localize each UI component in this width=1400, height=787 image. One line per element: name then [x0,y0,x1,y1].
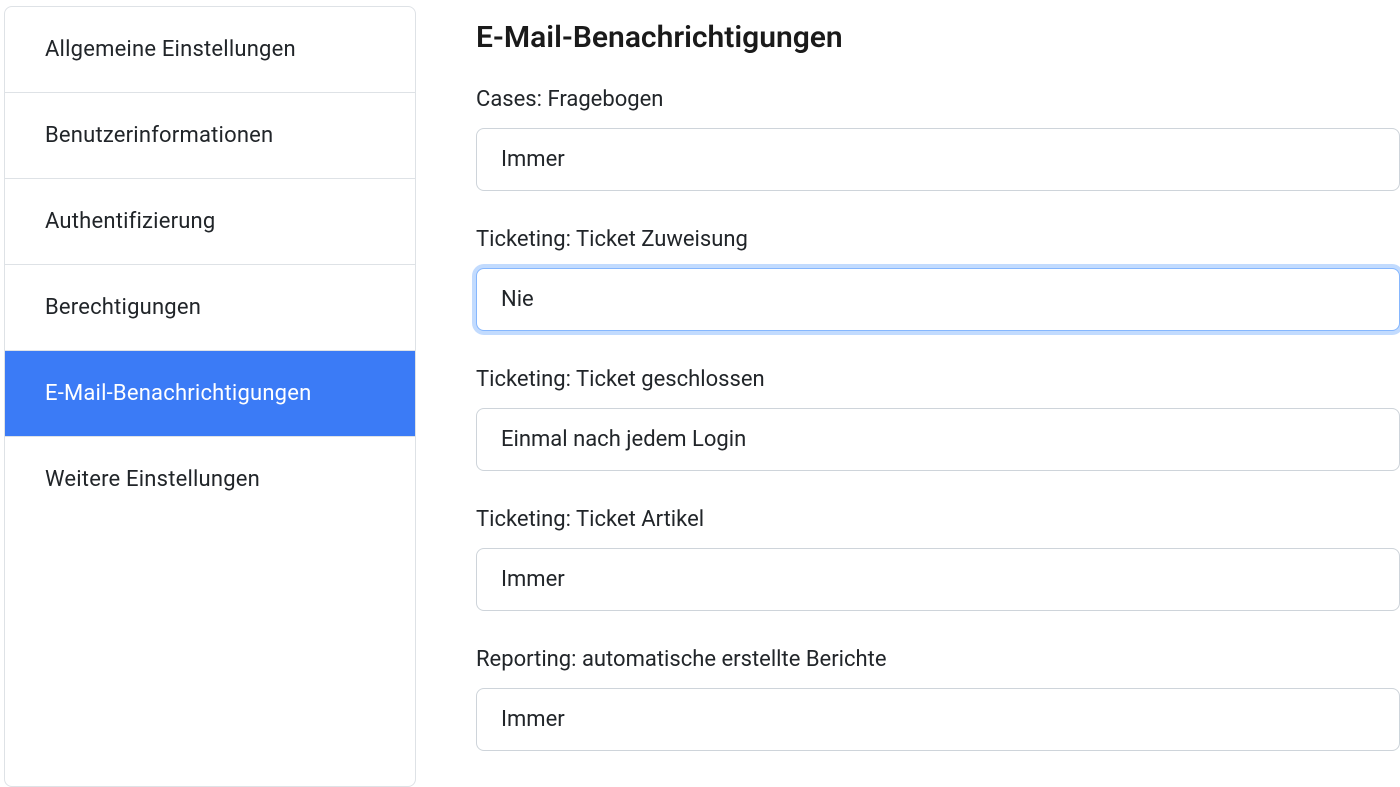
select-reporting-berichte[interactable]: Immer [476,688,1400,751]
settings-sidebar: Allgemeine Einstellungen Benutzerinforma… [4,6,416,787]
label-cases-fragebogen: Cases: Fragebogen [476,87,1400,112]
settings-container: Allgemeine Einstellungen Benutzerinforma… [0,0,1400,787]
field-reporting-berichte: Reporting: automatische erstellte Berich… [476,647,1400,751]
field-ticket-zuweisung: Ticketing: Ticket Zuweisung Nie [476,227,1400,331]
sidebar-item-authentication[interactable]: Authentifizierung [5,179,415,265]
sidebar-item-general[interactable]: Allgemeine Einstellungen [5,7,415,93]
sidebar-item-email-notifications[interactable]: E-Mail-Benachrichtigungen [5,351,415,437]
label-reporting-berichte: Reporting: automatische erstellte Berich… [476,647,1400,672]
field-ticket-geschlossen: Ticketing: Ticket geschlossen Einmal nac… [476,367,1400,471]
sidebar-item-user-info[interactable]: Benutzerinformationen [5,93,415,179]
label-ticket-zuweisung: Ticketing: Ticket Zuweisung [476,227,1400,252]
label-ticket-artikel: Ticketing: Ticket Artikel [476,507,1400,532]
select-cases-fragebogen[interactable]: Immer [476,128,1400,191]
main-content: E-Mail-Benachrichtigungen Cases: Fragebo… [476,6,1400,787]
select-ticket-artikel[interactable]: Immer [476,548,1400,611]
field-ticket-artikel: Ticketing: Ticket Artikel Immer [476,507,1400,611]
select-ticket-geschlossen[interactable]: Einmal nach jedem Login [476,408,1400,471]
field-cases-fragebogen: Cases: Fragebogen Immer [476,87,1400,191]
sidebar-item-permissions[interactable]: Berechtigungen [5,265,415,351]
sidebar-item-other-settings[interactable]: Weitere Einstellungen [5,437,415,522]
label-ticket-geschlossen: Ticketing: Ticket geschlossen [476,367,1400,392]
page-title: E-Mail-Benachrichtigungen [476,20,1400,55]
select-ticket-zuweisung[interactable]: Nie [476,268,1400,331]
